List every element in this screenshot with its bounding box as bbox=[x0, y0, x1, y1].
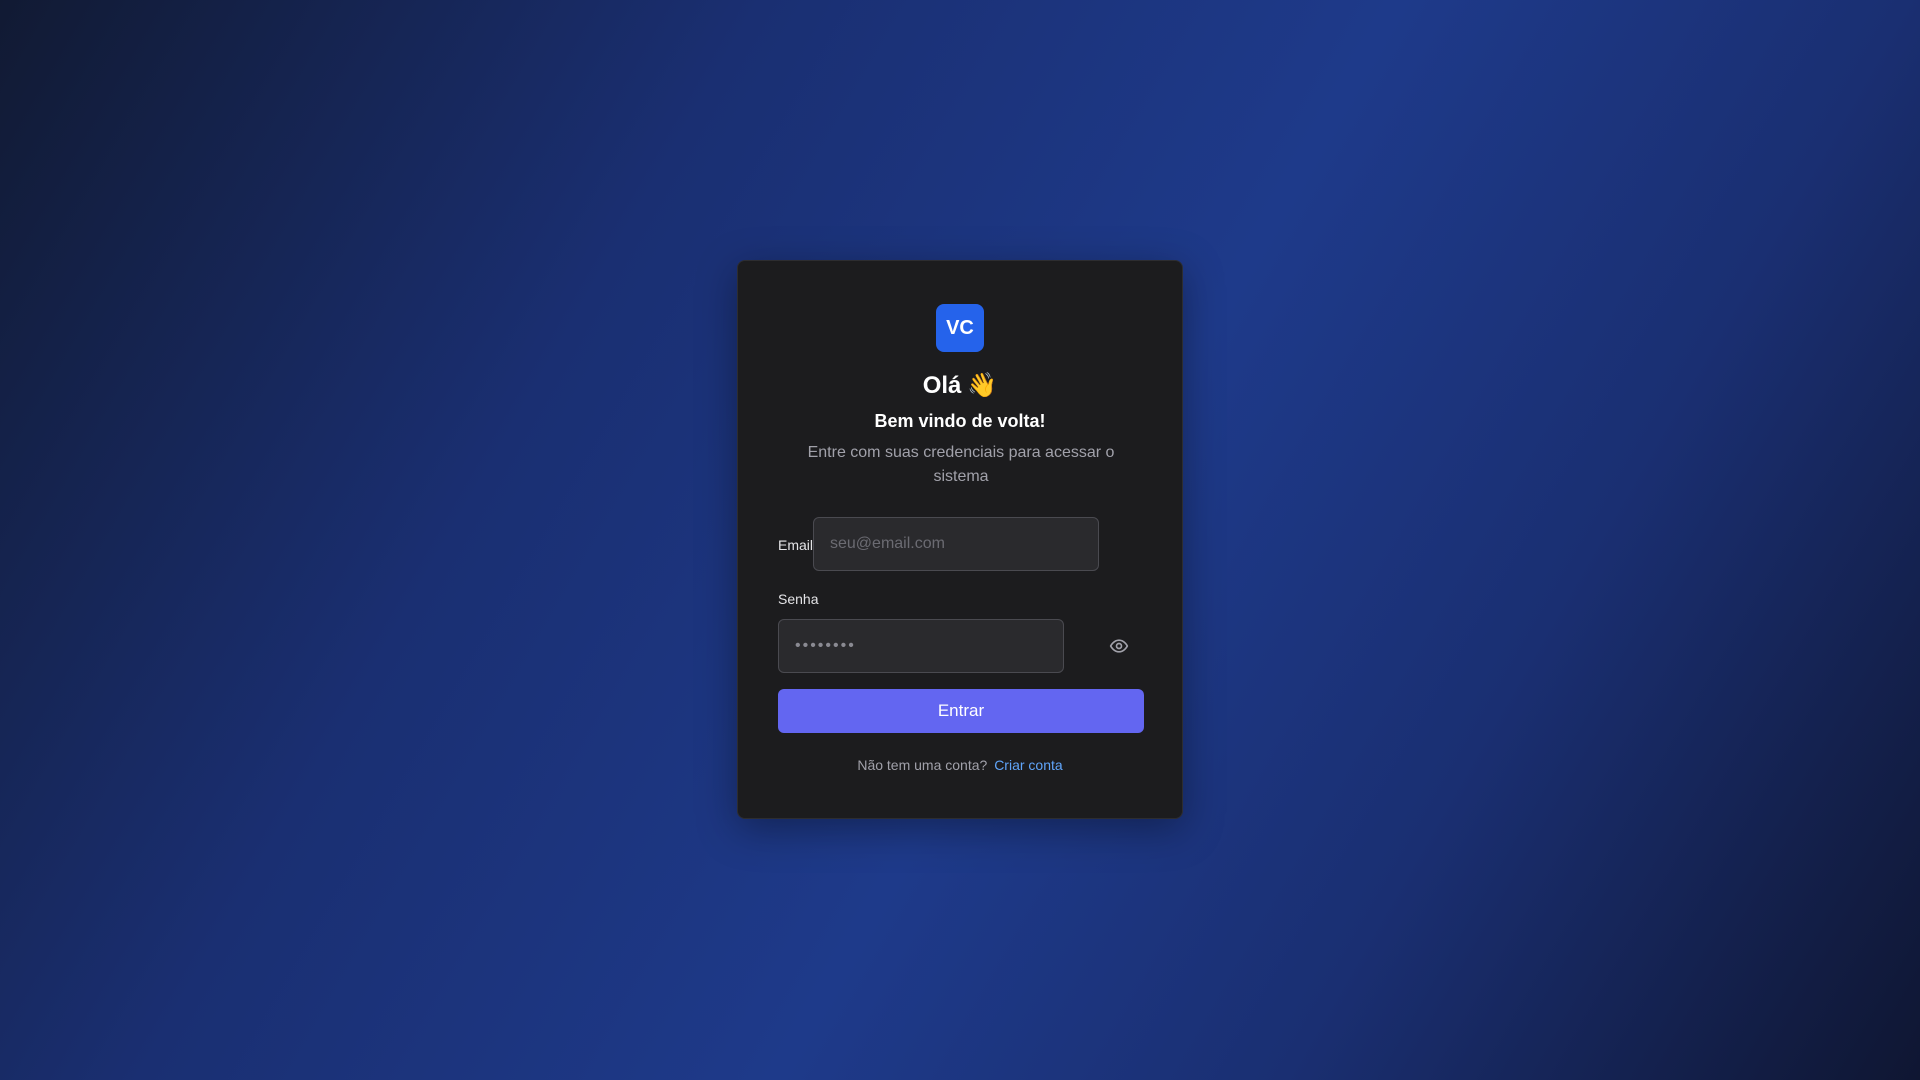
title-text: Olá bbox=[922, 372, 962, 399]
email-label: Email bbox=[778, 537, 814, 553]
page-title: Olá 👋 bbox=[738, 371, 1182, 400]
eye-icon bbox=[1109, 639, 1129, 653]
login-card: VC Olá 👋 Bem vindo de volta! Entre com su… bbox=[737, 260, 1183, 819]
app-logo: VC bbox=[936, 304, 984, 352]
signup-prompt: Não tem uma conta? Criar conta bbox=[738, 757, 1182, 773]
login-description: Entre com suas credenciais para acessar … bbox=[807, 444, 1115, 485]
welcome-subtitle: Bem vindo de volta! bbox=[874, 411, 1046, 431]
waving-hand-icon: 👋 bbox=[967, 371, 998, 399]
app-logo-text: VC bbox=[946, 316, 974, 339]
password-field[interactable] bbox=[778, 619, 1064, 673]
password-label: Senha bbox=[778, 591, 819, 607]
signup-prompt-text: Não tem uma conta? bbox=[857, 757, 988, 773]
login-button[interactable]: Entrar bbox=[778, 689, 1144, 733]
email-field[interactable] bbox=[813, 517, 1099, 571]
create-account-link[interactable]: Criar conta bbox=[994, 757, 1062, 773]
show-password-toggle[interactable] bbox=[1107, 634, 1131, 658]
